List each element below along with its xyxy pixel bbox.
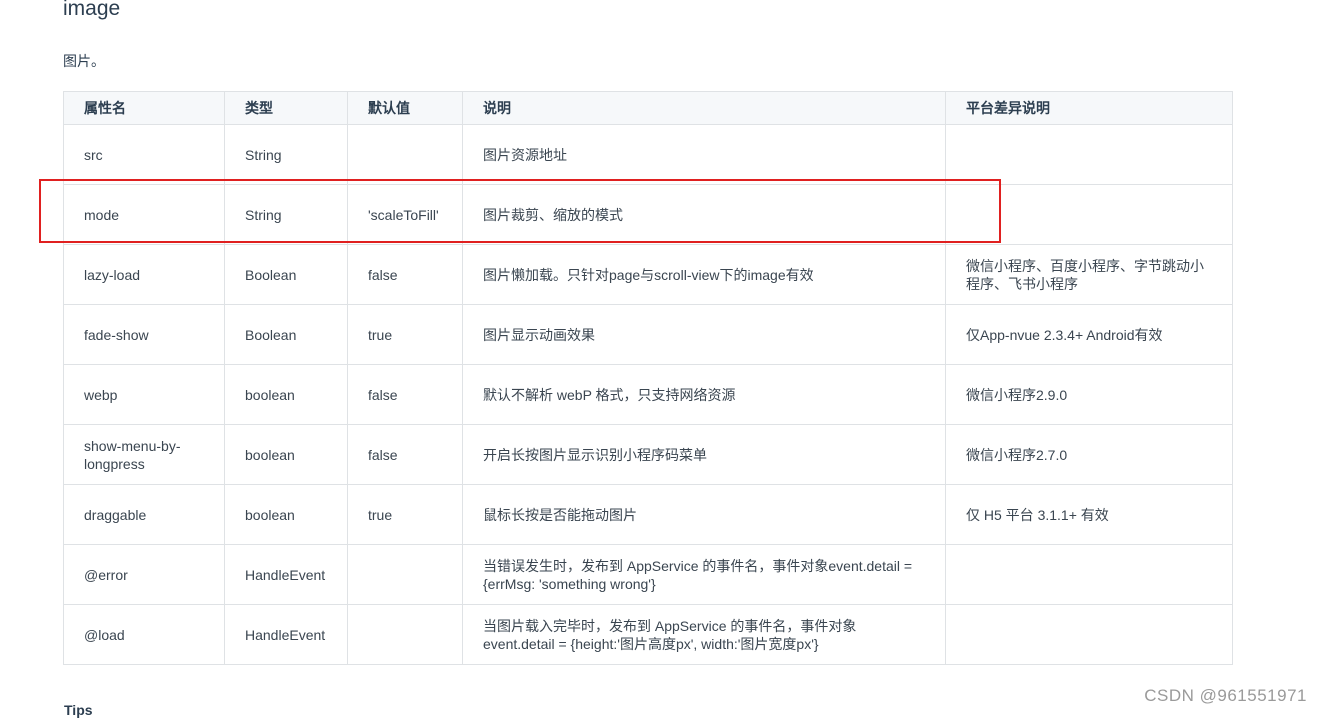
cell-platform-notes xyxy=(945,124,1233,185)
cell-description: 当错误发生时，发布到 AppService 的事件名，事件对象event.det… xyxy=(462,544,946,605)
cell-type: String xyxy=(224,184,348,245)
cell-attr-name: @load xyxy=(63,604,225,665)
csdn-watermark: CSDN @961551971 xyxy=(1144,686,1307,705)
cell-description: 图片显示动画效果 xyxy=(462,304,946,365)
page-title: image xyxy=(63,0,121,20)
cell-type: boolean xyxy=(224,484,348,545)
cell-default: true xyxy=(347,484,463,545)
table-row: lazy-load Boolean false 图片懒加载。只针对page与sc… xyxy=(63,244,1233,305)
cell-platform-notes: 微信小程序、百度小程序、字节跳动小程序、飞书小程序 xyxy=(945,244,1233,305)
cell-type: Boolean xyxy=(224,244,348,305)
cell-default: false xyxy=(347,364,463,425)
cell-default: false xyxy=(347,424,463,485)
cell-type: Boolean xyxy=(224,304,348,365)
table-row: show-menu-by-longpress boolean false 开启长… xyxy=(63,424,1233,485)
properties-table: 属性名 类型 默认值 说明 平台差异说明 src String 图片资源地址 m… xyxy=(63,91,1233,665)
table-row: fade-show Boolean true 图片显示动画效果 仅App-nvu… xyxy=(63,304,1233,365)
cell-attr-name: draggable xyxy=(63,484,225,545)
cell-platform-notes: 微信小程序2.7.0 xyxy=(945,424,1233,485)
cell-type: boolean xyxy=(224,364,348,425)
table-row: draggable boolean true 鼠标长按是否能拖动图片 仅 H5 … xyxy=(63,484,1233,545)
cell-type: boolean xyxy=(224,424,348,485)
cell-description: 默认不解析 webP 格式，只支持网络资源 xyxy=(462,364,946,425)
cell-attr-name: mode xyxy=(63,184,225,245)
cell-platform-notes xyxy=(945,544,1233,605)
cell-default: false xyxy=(347,244,463,305)
cell-default xyxy=(347,604,463,665)
cell-description: 图片裁剪、缩放的模式 xyxy=(462,184,946,245)
cell-attr-name: src xyxy=(63,124,225,185)
cell-default xyxy=(347,124,463,185)
table-row: @error HandleEvent 当错误发生时，发布到 AppService… xyxy=(63,544,1233,605)
header-default: 默认值 xyxy=(347,91,463,125)
cell-type: HandleEvent xyxy=(224,544,348,605)
cell-description: 图片懒加载。只针对page与scroll-view下的image有效 xyxy=(462,244,946,305)
cell-platform-notes: 微信小程序2.9.0 xyxy=(945,364,1233,425)
table-row: webp boolean false 默认不解析 webP 格式，只支持网络资源… xyxy=(63,364,1233,425)
header-type: 类型 xyxy=(224,91,348,125)
cell-attr-name: fade-show xyxy=(63,304,225,365)
cell-description: 鼠标长按是否能拖动图片 xyxy=(462,484,946,545)
header-platform-notes: 平台差异说明 xyxy=(945,91,1233,125)
table-row: src String 图片资源地址 xyxy=(63,124,1233,185)
cell-platform-notes: 仅 H5 平台 3.1.1+ 有效 xyxy=(945,484,1233,545)
cell-platform-notes xyxy=(945,184,1233,245)
cell-description: 图片资源地址 xyxy=(462,124,946,185)
cell-default: true xyxy=(347,304,463,365)
cell-type: HandleEvent xyxy=(224,604,348,665)
cell-default xyxy=(347,544,463,605)
cell-description: 当图片载入完毕时，发布到 AppService 的事件名，事件对象event.d… xyxy=(462,604,946,665)
cell-type: String xyxy=(224,124,348,185)
table-row: @load HandleEvent 当图片载入完毕时，发布到 AppServic… xyxy=(63,604,1233,665)
header-description: 说明 xyxy=(462,91,946,125)
table-header-row: 属性名 类型 默认值 说明 平台差异说明 xyxy=(63,91,1233,125)
cell-description: 开启长按图片显示识别小程序码菜单 xyxy=(462,424,946,485)
cell-platform-notes: 仅App-nvue 2.3.4+ Android有效 xyxy=(945,304,1233,365)
page-intro: 图片。 xyxy=(63,53,105,69)
cell-attr-name: webp xyxy=(63,364,225,425)
header-attr-name: 属性名 xyxy=(63,91,225,125)
cell-default: 'scaleToFill' xyxy=(347,184,463,245)
cell-attr-name: show-menu-by-longpress xyxy=(63,424,225,485)
cell-platform-notes xyxy=(945,604,1233,665)
table-row: mode String 'scaleToFill' 图片裁剪、缩放的模式 xyxy=(63,184,1233,245)
cell-attr-name: lazy-load xyxy=(63,244,225,305)
cell-attr-name: @error xyxy=(63,544,225,605)
